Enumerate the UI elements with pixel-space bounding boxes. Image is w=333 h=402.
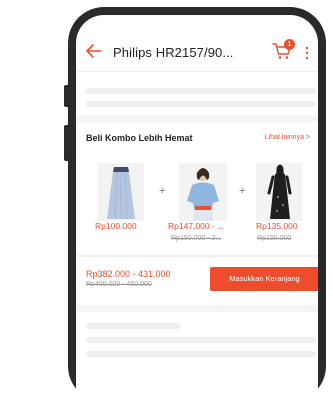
- product-price: Rp100.000: [95, 221, 137, 231]
- bottom-fade: [76, 362, 318, 402]
- section-divider: [76, 115, 318, 122]
- product-image-blouse[interactable]: [179, 163, 227, 221]
- phone-screen: Philips HR2157/90... 1 Beli Kombo Lebih …: [76, 15, 318, 402]
- section-divider: [76, 305, 318, 312]
- combo-section-title: Beli Kombo Lebih Hemat: [86, 133, 193, 143]
- page-title: Philips HR2157/90...: [113, 45, 234, 60]
- product-image-skirt[interactable]: [98, 163, 144, 221]
- phone-side-button: [64, 85, 69, 107]
- combo-total-old-price: Rp400.000 - 450.000: [86, 281, 152, 288]
- phone-frame: Philips HR2157/90... 1 Beli Kombo Lebih …: [64, 7, 326, 402]
- phone-side-button: [64, 125, 69, 161]
- see-more-link[interactable]: Lihat lainnya >: [265, 134, 310, 141]
- arrow-left-icon[interactable]: [86, 44, 102, 58]
- cart-badge: 1: [284, 39, 295, 50]
- product-old-price: Rp150.000 - 2...: [171, 235, 222, 242]
- placeholder-bar: [86, 88, 316, 94]
- product-price: Rp135.000: [256, 221, 298, 231]
- add-to-cart-button[interactable]: Masukkan Keranjang: [210, 267, 318, 291]
- more-vertical-icon[interactable]: [305, 46, 309, 60]
- placeholder-bar: [86, 323, 181, 329]
- product-image-dress[interactable]: [256, 163, 302, 221]
- plus-sign: +: [159, 185, 166, 197]
- placeholder-bar: [86, 351, 316, 357]
- app-header: Philips HR2157/90... 1: [76, 15, 318, 72]
- placeholder-bar: [86, 101, 316, 107]
- section-divider: [76, 255, 318, 257]
- plus-sign: +: [239, 185, 246, 197]
- placeholder-bar: [86, 337, 316, 343]
- product-old-price: Rp150.000: [257, 235, 292, 242]
- combo-total-price: Rp382.000 - 431.000: [86, 269, 171, 279]
- product-price: Rp147.000 - ...: [168, 221, 225, 231]
